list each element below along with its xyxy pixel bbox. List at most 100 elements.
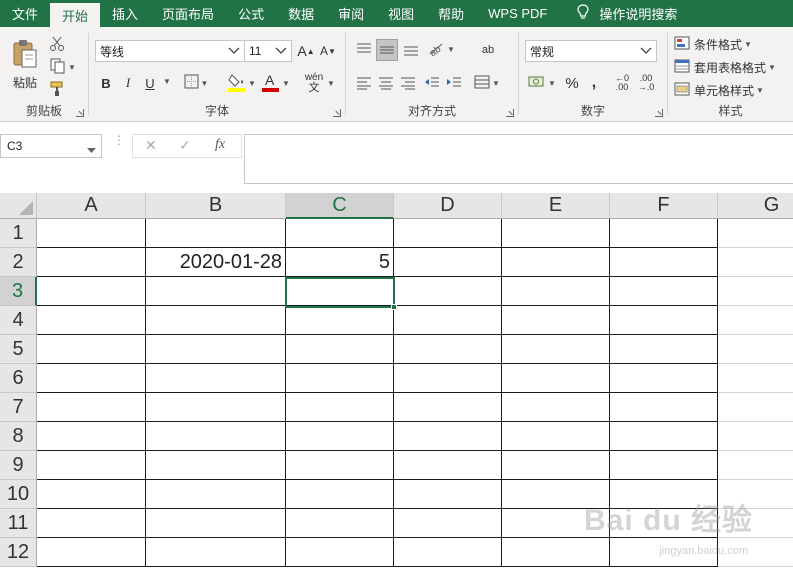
cell-d5[interactable] [394,335,502,364]
row-header-10[interactable]: 10 [0,480,37,509]
copy-button[interactable]: ▼ [48,58,78,76]
cell-b7[interactable] [146,393,286,422]
menu-insert[interactable]: 插入 [100,0,150,27]
align-right-icon[interactable] [398,73,418,93]
row-header-5[interactable]: 5 [0,335,37,364]
cell-d10[interactable] [394,480,502,509]
font-name-select[interactable]: 等线 [95,40,245,62]
cell-d12[interactable] [394,538,502,567]
cell-g4[interactable] [718,306,793,335]
font-launcher-icon[interactable] [333,109,341,117]
cell-c6[interactable] [286,364,394,393]
cell-f3[interactable] [610,277,718,306]
cell-g6[interactable] [718,364,793,393]
cell-d7[interactable] [394,393,502,422]
cell-a6[interactable] [37,364,146,393]
cell-g7[interactable] [718,393,793,422]
row-header-3[interactable]: 3 [0,277,37,306]
cell-d1[interactable] [394,219,502,248]
cell-f8[interactable] [610,422,718,451]
fill-color-button[interactable]: ▼ [227,71,257,95]
cell-e12[interactable] [502,538,610,567]
cell-c3[interactable] [286,277,394,306]
increase-font-icon[interactable]: A ▲ [297,42,315,60]
font-size-select[interactable]: 11 [244,40,292,62]
cell-e1[interactable] [502,219,610,248]
formula-bar-grip-icon[interactable]: ⋮ [113,134,125,146]
cell-a3[interactable] [37,277,146,306]
cut-icon[interactable] [48,35,66,53]
align-center-icon[interactable] [376,73,396,93]
decrease-decimal-icon[interactable]: .00 →.0 [635,72,657,94]
menu-view[interactable]: 视图 [376,0,426,27]
cell-b12[interactable] [146,538,286,567]
cell-a9[interactable] [37,451,146,480]
number-format-select[interactable]: 常规 [525,40,657,62]
cell-f2[interactable] [610,248,718,277]
chevron-down-icon[interactable]: ▼ [163,77,171,86]
cell-a2[interactable] [37,248,146,277]
align-middle-icon[interactable] [376,39,398,61]
column-header-d[interactable]: D [394,193,502,219]
formula-input[interactable] [244,134,793,184]
cell-e5[interactable] [502,335,610,364]
cell-g1[interactable] [718,219,793,248]
cell-a5[interactable] [37,335,146,364]
menu-file[interactable]: 文件 [0,0,50,27]
cell-e2[interactable] [502,248,610,277]
cell-d6[interactable] [394,364,502,393]
menu-page-layout[interactable]: 页面布局 [150,0,226,27]
cell-d9[interactable] [394,451,502,480]
cell-b11[interactable] [146,509,286,538]
italic-button[interactable]: I [119,73,137,93]
cancel-icon[interactable]: ✕ [145,137,157,154]
cell-d4[interactable] [394,306,502,335]
cell-c8[interactable] [286,422,394,451]
column-header-a[interactable]: A [37,193,146,219]
align-left-icon[interactable] [354,73,374,93]
bold-button[interactable]: B [97,73,115,93]
cell-g2[interactable] [718,248,793,277]
decrease-indent-icon[interactable] [422,73,442,93]
cell-c5[interactable] [286,335,394,364]
align-bottom-icon[interactable] [401,39,421,59]
cell-b5[interactable] [146,335,286,364]
font-color-button[interactable]: A ▼ [261,71,291,95]
row-header-9[interactable]: 9 [0,451,37,480]
clipboard-launcher-icon[interactable] [76,109,84,117]
cell-e9[interactable] [502,451,610,480]
cell-d3[interactable] [394,277,502,306]
decrease-font-icon[interactable]: A ▼ [319,42,337,60]
format-painter-icon[interactable] [48,80,66,98]
cell-b10[interactable] [146,480,286,509]
cell-g5[interactable] [718,335,793,364]
cell-a11[interactable] [37,509,146,538]
number-launcher-icon[interactable] [655,109,663,117]
cell-g8[interactable] [718,422,793,451]
column-header-f[interactable]: F [610,193,718,219]
paste-button[interactable]: 粘贴 [8,35,42,95]
column-header-b[interactable]: B [146,193,286,219]
cell-c7[interactable] [286,393,394,422]
cell-e4[interactable] [502,306,610,335]
cell-b9[interactable] [146,451,286,480]
column-header-c[interactable]: C [286,193,394,219]
cell-e3[interactable] [502,277,610,306]
phonetic-button[interactable]: wén 文 [303,69,325,97]
cell-c1[interactable] [286,219,394,248]
column-header-e[interactable]: E [502,193,610,219]
increase-decimal-icon[interactable]: ←0.00 [611,72,633,94]
cell-a10[interactable] [37,480,146,509]
merge-center-button[interactable]: ▼ [472,73,502,93]
cell-g9[interactable] [718,451,793,480]
wrap-text-icon[interactable]: ab [478,39,498,61]
cell-e6[interactable] [502,364,610,393]
cell-a1[interactable] [37,219,146,248]
format-as-table-button[interactable]: 套用表格格式 ▼ [674,57,776,77]
menu-formulas[interactable]: 公式 [226,0,276,27]
name-box[interactable]: C3 [0,134,102,158]
align-top-icon[interactable] [354,39,374,59]
enter-check-icon[interactable]: ✓ [179,137,191,154]
row-header-12[interactable]: 12 [0,538,37,567]
comma-style-button[interactable]: , [585,72,603,94]
